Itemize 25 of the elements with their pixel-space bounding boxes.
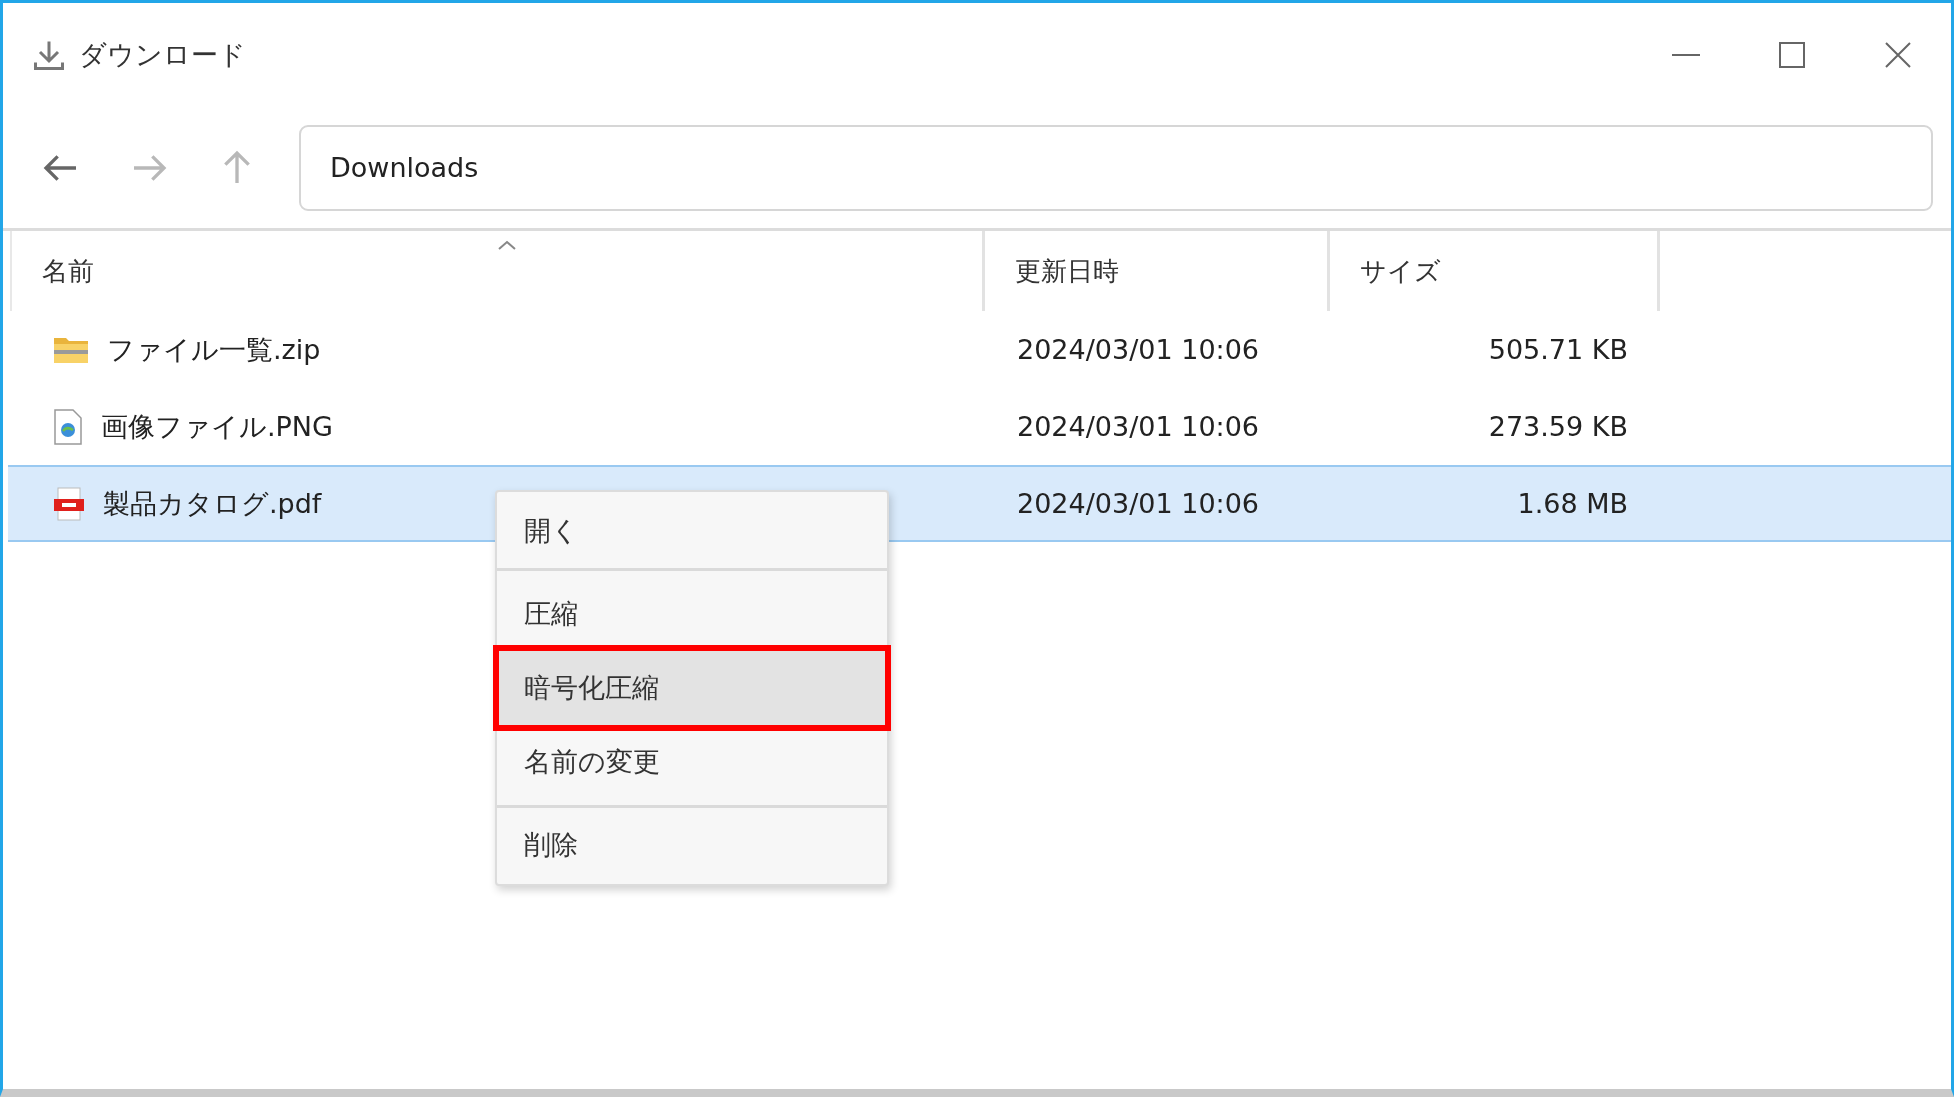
file-name: 製品カタログ.pdf xyxy=(103,486,322,521)
modified-date: 2024/03/01 10:06 xyxy=(1016,411,1260,442)
modified-date: 2024/03/01 10:06 xyxy=(1016,334,1260,365)
file-size: 273.59 KB xyxy=(1487,411,1629,442)
sort-caret-icon xyxy=(497,239,517,251)
modified-date: 2024/03/01 10:06 xyxy=(1016,488,1260,519)
file-size: 505.71 KB xyxy=(1487,334,1629,365)
window-title: ダウンロード xyxy=(79,38,247,72)
file-row[interactable]: 画像ファイル.PNG 2024/03/01 10:06 273.59 KB xyxy=(8,388,1951,465)
column-header[interactable]: 名前 xyxy=(12,231,985,311)
maximize-icon xyxy=(1779,42,1805,68)
column-header[interactable]: サイズ xyxy=(1330,231,1660,311)
pdf-file-icon xyxy=(53,486,85,521)
file-name: ファイル一覧.zip xyxy=(107,332,321,367)
menu-item[interactable]: 削除 xyxy=(499,808,885,882)
close-icon xyxy=(1885,42,1911,68)
minimize-icon xyxy=(1672,53,1700,57)
address-field[interactable]: Downloads xyxy=(299,124,1933,211)
file-row[interactable]: ファイル一覧.zip 2024/03/01 10:06 505.71 KB xyxy=(8,311,1951,388)
column-header[interactable]: 更新日時 xyxy=(985,231,1330,311)
file-name: 画像ファイル.PNG xyxy=(101,409,333,444)
menu-item[interactable]: 圧縮 xyxy=(499,577,885,651)
menu-item[interactable]: 名前の変更 xyxy=(499,725,885,799)
file-size: 1.68 MB xyxy=(1516,488,1629,519)
image-file-icon xyxy=(53,408,83,445)
